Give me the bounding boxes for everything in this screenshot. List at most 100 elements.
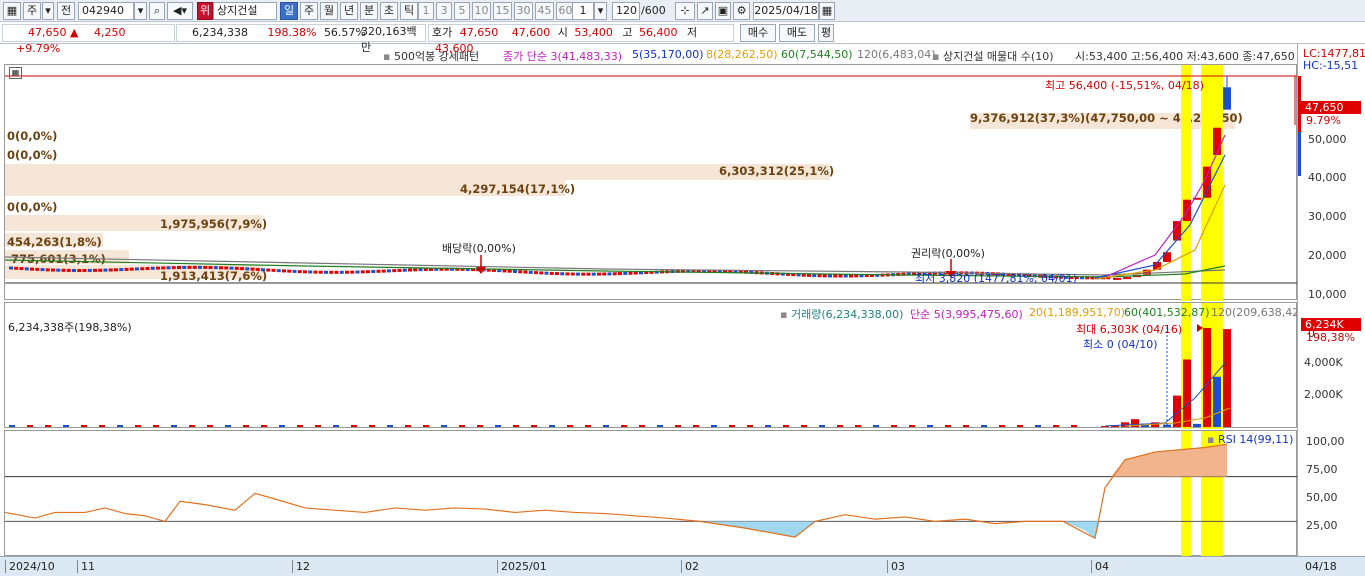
- candle: [82, 268, 87, 272]
- minute-tab[interactable]: 45: [535, 2, 554, 20]
- change-value: 4,250: [93, 26, 126, 39]
- prev-button[interactable]: 전: [57, 2, 75, 20]
- candle: [833, 274, 838, 278]
- interval-tab[interactable]: 일: [280, 2, 298, 20]
- volume-bar: [171, 425, 177, 427]
- vol-ma5-legend[interactable]: 단순 5(3,995,475,60): [910, 306, 1023, 322]
- volume-bar: [351, 425, 357, 427]
- interval-tab[interactable]: 년: [340, 2, 358, 20]
- range-total: /600: [641, 4, 666, 17]
- ma8-legend[interactable]: 8(28,262,50): [706, 48, 778, 61]
- minute-tab[interactable]: 30: [514, 2, 533, 20]
- interval-tab[interactable]: 월: [320, 2, 338, 20]
- interval-tab[interactable]: 주: [300, 2, 318, 20]
- calendar-icon[interactable]: ▦: [819, 2, 835, 20]
- volume-tick-label: 2,000K: [1304, 387, 1343, 401]
- date-input[interactable]: 2025/04/18: [753, 2, 819, 20]
- volume-bar: [675, 425, 681, 427]
- ma3-legend[interactable]: 종가 단순 3(41,483,33): [503, 48, 622, 64]
- candle: [255, 267, 260, 271]
- candle: [266, 268, 271, 272]
- candle: [324, 270, 328, 274]
- minute-tab[interactable]: 5: [454, 2, 470, 20]
- volume-chart[interactable]: 6,234,338주(198,38%) ▪ 거래량(6,234,338,00) …: [4, 302, 1304, 429]
- volume-ratio: 198.38%: [267, 26, 317, 39]
- volume-bar: [585, 425, 591, 427]
- candle: [245, 267, 250, 271]
- dividend-note: 배당락(0,00%): [442, 242, 516, 255]
- count-dropdown-icon[interactable]: ▾: [594, 2, 607, 20]
- candle: [570, 272, 575, 276]
- volume-bar: [927, 425, 933, 427]
- period-select[interactable]: 주: [23, 2, 41, 20]
- volume-bar: [135, 425, 141, 427]
- ask-price-2: 47,600: [511, 26, 551, 39]
- ma60-legend[interactable]: 60(7,544,50): [781, 48, 853, 61]
- candle: [507, 269, 512, 273]
- search-icon[interactable]: ⌕: [149, 2, 165, 20]
- candle: [61, 268, 66, 272]
- candle: [297, 270, 302, 274]
- vol-ma120-legend[interactable]: 120(209,638,42): [1211, 306, 1304, 319]
- grid-icon[interactable]: ▦: [9, 67, 22, 79]
- candle: [413, 268, 418, 272]
- interval-tab[interactable]: 분: [360, 2, 378, 20]
- layout-icon[interactable]: ▦: [3, 2, 21, 20]
- balance-button[interactable]: 평: [818, 24, 834, 42]
- vol-ma60-legend[interactable]: 60(401,532,87): [1124, 306, 1210, 319]
- candle: [250, 267, 255, 271]
- volume-bar: [639, 425, 645, 427]
- high-price: 56,400: [639, 26, 678, 39]
- price-tick-label: 50,000: [1308, 132, 1347, 146]
- buy-button[interactable]: 매수: [740, 24, 776, 42]
- ohlc-legend: 시:53,400 고:56,400 저:43,600 종:47,650: [1075, 50, 1295, 63]
- interval-tab[interactable]: 초: [380, 2, 398, 20]
- price-legend: ▪ 500억봉 강세패턴 종가 단순 3(41,483,33) 5(35,170…: [0, 44, 1300, 64]
- chevron-down-icon[interactable]: ▾: [42, 2, 54, 20]
- speaker-icon[interactable]: ◀▾: [167, 2, 193, 20]
- vol-ma20-legend[interactable]: 20(1,189,951,70): [1029, 306, 1125, 319]
- low-label: 저: [687, 26, 698, 39]
- candle: [812, 274, 817, 278]
- candle: [313, 270, 318, 274]
- crosshair-icon[interactable]: ⊹: [675, 2, 695, 20]
- candle: [261, 268, 265, 272]
- pattern-legend[interactable]: ▪ 500억봉 강세패턴: [383, 48, 479, 64]
- minute-tab[interactable]: 15: [493, 2, 512, 20]
- save-icon[interactable]: ▣: [715, 2, 731, 20]
- volume-bar: [333, 425, 339, 427]
- minute-tab[interactable]: 10: [472, 2, 491, 20]
- trend-icon[interactable]: ↗: [697, 2, 713, 20]
- range-input[interactable]: 120: [612, 2, 640, 20]
- candle: [350, 270, 355, 274]
- minute-tab[interactable]: 1: [418, 2, 434, 20]
- candle: [565, 272, 570, 276]
- stock-code-input[interactable]: 042940: [78, 2, 134, 20]
- candle: [203, 265, 208, 269]
- rsi-chart[interactable]: ▪ RSI 14(99,11): [4, 430, 1298, 557]
- candle: [366, 270, 370, 274]
- code-dropdown-icon[interactable]: ▾: [134, 2, 147, 20]
- rsi-tick-label: 50,00: [1306, 491, 1338, 504]
- candle: [381, 269, 386, 273]
- volume-profile-legend[interactable]: ▪ 상지건설 매물대 수(10): [932, 48, 1054, 64]
- candle: [591, 272, 596, 276]
- candle: [528, 270, 533, 274]
- minute-tab[interactable]: 3: [436, 2, 452, 20]
- candle: [9, 266, 13, 270]
- rsi-legend[interactable]: ▪ RSI 14(99,11): [1207, 433, 1293, 446]
- stock-name-field[interactable]: 상지건설: [213, 2, 277, 20]
- sell-button[interactable]: 매도: [779, 24, 815, 42]
- ma5-legend[interactable]: 5(35,170,00): [632, 48, 704, 61]
- ma120-legend[interactable]: 120(6,483,04): [857, 48, 936, 61]
- gear-icon[interactable]: ⚙: [733, 2, 750, 20]
- price-chart[interactable]: 9,376,912(37,3%)(47,750,00 ~ 43,291,50) 0…: [4, 64, 1298, 301]
- volume-bar: [657, 425, 663, 427]
- x-axis-label: 02: [681, 560, 699, 573]
- volume-legend[interactable]: ▪ 거래량(6,234,338,00): [780, 306, 903, 322]
- candle: [114, 268, 118, 272]
- candle: [534, 271, 538, 275]
- highlight-band: [1181, 65, 1191, 301]
- count-input[interactable]: 1: [572, 2, 594, 20]
- interval-tab[interactable]: 틱: [400, 2, 418, 20]
